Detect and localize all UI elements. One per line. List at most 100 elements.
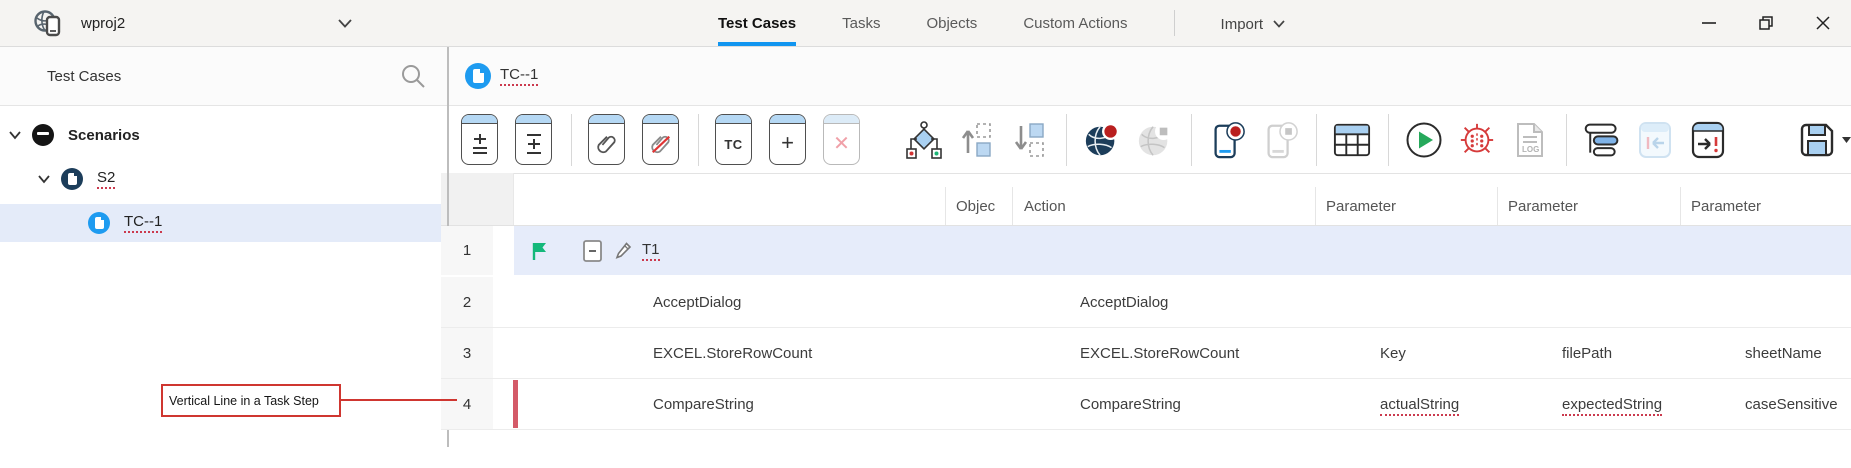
task-name[interactable]: T1: [642, 241, 660, 261]
jump-out-icon: [1691, 121, 1725, 159]
header-name: [514, 187, 945, 225]
web-stop-icon: [1136, 120, 1174, 160]
chevron-down-icon[interactable]: [37, 172, 51, 186]
toolbar-divider: [1566, 114, 1567, 166]
grid-row-step[interactable]: 2 AcceptDialog AcceptDialog: [441, 277, 1851, 328]
tc-button-label: TC: [724, 137, 742, 152]
app-window: wproj2 Test Cases Tasks Objects Custom A…: [0, 0, 1851, 468]
workspace: Test Cases Scenarios: [0, 47, 1851, 468]
add-row-button[interactable]: +: [769, 114, 806, 165]
doc-tab-tc-1[interactable]: TC--1: [465, 63, 538, 89]
add-step-above-button[interactable]: [461, 114, 498, 165]
grid-row-task[interactable]: 1 T1: [441, 226, 1851, 277]
tree-item-scenarios[interactable]: Scenarios: [0, 116, 441, 154]
move-up-icon: [960, 121, 994, 159]
log-button[interactable]: LOG: [1511, 120, 1549, 160]
testcase-tree: Scenarios S2 TC--1: [0, 106, 441, 248]
parameter-cell-2[interactable]: filePath: [1549, 345, 1732, 362]
grid-row-step[interactable]: 4 CompareString CompareString actualStri…: [441, 379, 1851, 430]
add-step-below-icon: [524, 132, 544, 156]
web-record-icon: [1083, 120, 1121, 160]
tree-label: TC--1: [124, 213, 162, 233]
scenario-icon: [61, 168, 83, 190]
toolbar-divider: [698, 114, 699, 166]
step-name-cell[interactable]: EXCEL.StoreRowCount: [514, 345, 997, 362]
header-rownum: [441, 173, 514, 225]
web-record-button[interactable]: [1083, 120, 1121, 160]
tab-tasks[interactable]: Tasks: [842, 0, 880, 46]
header-action: Action: [1012, 187, 1315, 225]
pencil-icon[interactable]: [615, 241, 632, 260]
minimize-icon: [1702, 22, 1716, 24]
parameter-cell-1[interactable]: Key: [1367, 345, 1549, 362]
grid-row-step[interactable]: 3 EXCEL.StoreRowCount EXCEL.StoreRowCoun…: [441, 328, 1851, 379]
header-parameter-1: Parameter: [1315, 187, 1497, 225]
detach-button[interactable]: [642, 114, 679, 165]
close-icon: [1816, 16, 1830, 30]
delete-row-button[interactable]: ✕: [823, 114, 860, 165]
add-step-below-button[interactable]: [515, 114, 552, 165]
action-cell[interactable]: AcceptDialog: [1064, 294, 1367, 311]
search-icon[interactable]: [400, 63, 426, 89]
chevron-down-icon: [338, 19, 352, 28]
parameter-cell-3[interactable]: caseSensitive: [1732, 396, 1851, 413]
debug-button[interactable]: [1458, 120, 1496, 160]
tab-test-cases[interactable]: Test Cases: [718, 0, 796, 46]
project-selector[interactable]: wproj2: [0, 0, 448, 46]
hierarchy-button[interactable]: [905, 120, 943, 160]
toolbar-divider: [1388, 114, 1389, 166]
run-button[interactable]: [1405, 120, 1443, 160]
toolbar-divider: [1191, 114, 1192, 166]
action-cell[interactable]: CompareString: [1064, 396, 1367, 413]
attach-icon: [596, 132, 618, 156]
minimize-button[interactable]: [1680, 0, 1737, 46]
tree-item-s2[interactable]: S2: [0, 160, 441, 198]
detach-icon: [650, 132, 672, 156]
run-icon: [1405, 121, 1443, 159]
jump-out-button[interactable]: [1689, 120, 1727, 160]
chevron-down-icon[interactable]: [8, 128, 22, 142]
tab-divider: [1174, 10, 1175, 36]
import-menu[interactable]: Import: [1221, 0, 1286, 46]
mobile-record-icon: [1208, 119, 1246, 161]
annotation-arrow-line: [341, 399, 457, 401]
restore-icon: [1759, 16, 1773, 30]
header-object: Objec: [945, 187, 1012, 225]
parameter-cell-3[interactable]: sheetName: [1732, 345, 1851, 362]
step-name-cell[interactable]: CompareString: [514, 396, 997, 413]
step-name-cell[interactable]: AcceptDialog: [514, 294, 997, 311]
tab-custom-actions[interactable]: Custom Actions: [1023, 0, 1127, 46]
jump-in-button[interactable]: [1636, 120, 1674, 160]
main-panel: TC--1 TC: [441, 47, 1851, 468]
move-step-down-button[interactable]: [1011, 120, 1049, 160]
attach-button[interactable]: [588, 114, 625, 165]
svg-text:LOG: LOG: [1522, 145, 1539, 154]
window-controls: [1680, 0, 1851, 46]
move-step-up-button[interactable]: [958, 120, 996, 160]
import-label: Import: [1221, 16, 1264, 33]
web-stop-button[interactable]: [1136, 120, 1174, 160]
parameter-cell-1[interactable]: actualString: [1367, 396, 1549, 413]
action-cell[interactable]: EXCEL.StoreRowCount: [1064, 345, 1367, 362]
restore-button[interactable]: [1737, 0, 1794, 46]
mobile-record-button[interactable]: [1208, 120, 1246, 160]
save-button[interactable]: [1798, 121, 1851, 159]
header-parameter-2: Parameter: [1497, 187, 1680, 225]
toolbar: TC + ✕: [441, 106, 1851, 174]
jump-in-icon: [1638, 121, 1672, 159]
delete-x-icon: ✕: [833, 131, 850, 156]
project-icon: [33, 8, 63, 38]
convert-to-testcase-button[interactable]: TC: [715, 114, 752, 165]
plus-icon: +: [781, 130, 794, 156]
mobile-stop-button[interactable]: [1261, 120, 1299, 160]
close-button[interactable]: [1794, 0, 1851, 46]
parameter-cell-2[interactable]: expectedString: [1549, 396, 1732, 413]
chevron-down-icon: [1842, 137, 1851, 143]
collapse-icon[interactable]: [583, 240, 602, 262]
data-table-icon: [1333, 122, 1371, 158]
tree-item-tc-1[interactable]: TC--1: [0, 204, 441, 242]
tree-view-button[interactable]: [1583, 120, 1621, 160]
tab-objects[interactable]: Objects: [926, 0, 977, 46]
data-table-button[interactable]: [1333, 120, 1371, 160]
document-tabbar: TC--1: [441, 47, 1851, 106]
